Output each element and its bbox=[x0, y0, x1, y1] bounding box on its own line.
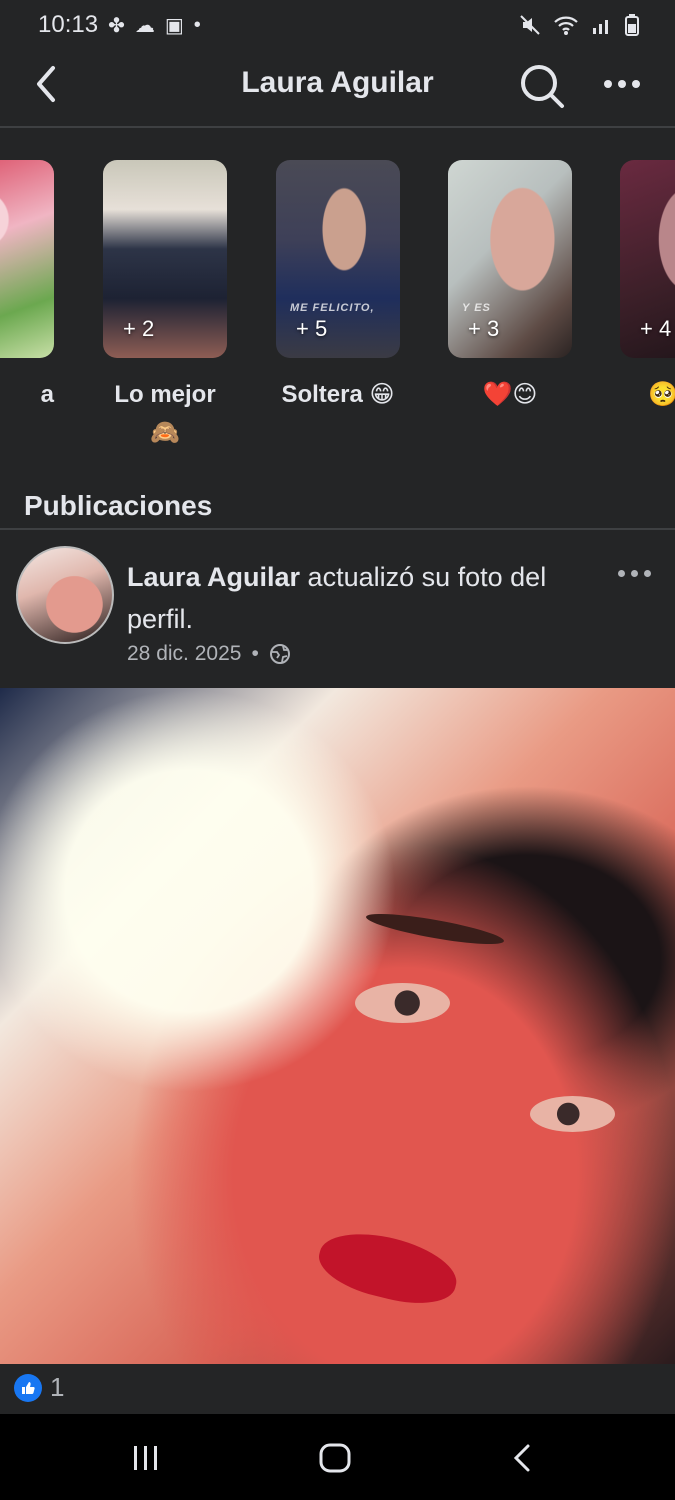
highlight-item[interactable]: ME FELICITO, + 5 Soltera 😁 bbox=[276, 160, 400, 414]
system-back-icon bbox=[513, 1444, 530, 1472]
highlight-label: a bbox=[40, 381, 54, 408]
post-meta: 28 dic. 2025 • bbox=[127, 642, 291, 666]
gallery-icon: ▣ bbox=[164, 14, 184, 37]
photo-detail bbox=[364, 907, 506, 951]
highlight-label: Lo mejor 🙈 bbox=[114, 381, 216, 446]
like-icon bbox=[14, 1373, 42, 1402]
status-bar: 10:13 ✤ ☁ ▣ • bbox=[0, 0, 675, 50]
highlight-count: + 3 bbox=[468, 316, 500, 341]
page-title: Laura Aguilar bbox=[241, 66, 434, 99]
more-icon-dot bbox=[631, 570, 638, 577]
highlight-item[interactable]: a bbox=[0, 160, 54, 414]
highlight-caption: ME FELICITO, bbox=[290, 302, 375, 314]
meta-separator: • bbox=[251, 642, 259, 665]
more-icon-dot bbox=[618, 80, 626, 88]
status-right bbox=[519, 14, 639, 36]
highlight-count: + 4 bbox=[640, 316, 672, 341]
highlight-count: + 2 bbox=[123, 316, 155, 341]
status-time: 10:13 bbox=[38, 11, 99, 38]
highlight-item[interactable]: + 2 Lo mejor 🙈 bbox=[103, 160, 227, 452]
system-nav-bar bbox=[0, 1414, 675, 1500]
cloud-icon: ☁ bbox=[134, 14, 155, 37]
post-more-button[interactable] bbox=[618, 570, 651, 577]
highlight-thumbnail[interactable]: + 4 bbox=[620, 160, 675, 358]
recent-apps-icon bbox=[134, 1446, 157, 1470]
highlight-thumbnail[interactable]: ME FELICITO, + 5 bbox=[276, 160, 400, 358]
home-icon bbox=[319, 1443, 351, 1473]
status-left: 10:13 ✤ ☁ ▣ • bbox=[38, 11, 201, 39]
highlight-label: Soltera 😁 bbox=[281, 381, 395, 408]
photo-detail bbox=[355, 983, 450, 1023]
post-date[interactable]: 28 dic. 2025 bbox=[127, 642, 241, 666]
post-text: Laura Aguilar actualizó su foto del perf… bbox=[127, 556, 597, 640]
more-icon bbox=[618, 570, 625, 577]
avatar[interactable] bbox=[16, 546, 114, 644]
highlight-caption: Y ES bbox=[462, 302, 491, 314]
recent-apps-button[interactable] bbox=[130, 1442, 162, 1479]
highlights-row[interactable]: a + 2 Lo mejor 🙈 ME FELICITO, + 5 Solter… bbox=[0, 128, 675, 468]
battery-icon bbox=[625, 14, 639, 36]
photo-detail bbox=[312, 1221, 464, 1315]
more-icon bbox=[604, 80, 612, 88]
search-icon bbox=[521, 65, 564, 108]
highlight-item[interactable]: + 4 🥺 bbox=[620, 160, 675, 414]
more-icon-dot bbox=[632, 80, 640, 88]
post-header: Laura Aguilar actualizó su foto del perf… bbox=[0, 530, 675, 688]
highlight-label: 🥺 bbox=[648, 381, 675, 408]
photo-detail bbox=[530, 1096, 615, 1132]
reactions-summary[interactable]: 1 bbox=[14, 1372, 64, 1403]
section-title: Publicaciones bbox=[24, 490, 213, 521]
post-author[interactable]: Laura Aguilar bbox=[127, 562, 300, 592]
notification-dot-icon: • bbox=[193, 13, 201, 36]
more-icon-dot bbox=[644, 570, 651, 577]
more-button[interactable] bbox=[598, 64, 646, 104]
home-button[interactable] bbox=[318, 1442, 352, 1479]
highlight-item[interactable]: Y ES + 3 ❤️😊 bbox=[448, 160, 572, 414]
like-count: 1 bbox=[50, 1372, 65, 1402]
globe-icon bbox=[269, 644, 290, 664]
highlight-label: ❤️😊 bbox=[482, 381, 538, 408]
wifi-icon bbox=[554, 16, 578, 35]
mute-icon bbox=[520, 15, 540, 35]
system-back-button[interactable] bbox=[510, 1442, 536, 1479]
app-header: Laura Aguilar bbox=[0, 50, 675, 126]
signal-icon bbox=[593, 20, 608, 34]
post-photo[interactable] bbox=[0, 688, 675, 1364]
highlight-thumbnail[interactable]: + 2 bbox=[103, 160, 227, 358]
highlight-thumbnail[interactable] bbox=[0, 160, 54, 358]
highlight-count: + 5 bbox=[296, 316, 328, 341]
highlight-thumbnail[interactable]: Y ES + 3 bbox=[448, 160, 572, 358]
search-button[interactable] bbox=[518, 62, 566, 110]
pinwheel-icon: ✤ bbox=[108, 14, 125, 37]
